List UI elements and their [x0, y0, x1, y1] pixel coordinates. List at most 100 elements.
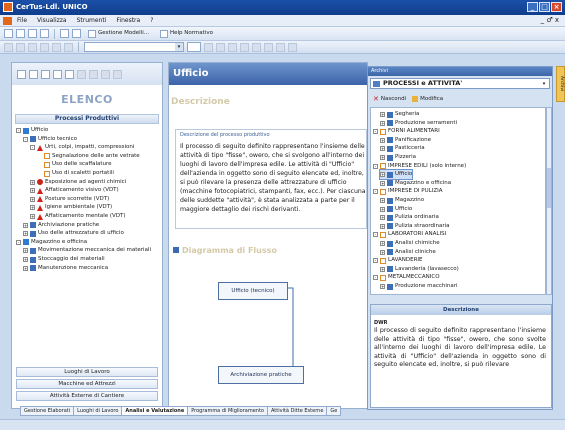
save-icon[interactable]	[28, 29, 37, 38]
tree-node[interactable]: + Produzione macchinari	[380, 282, 458, 291]
collapse-icon[interactable]: -	[373, 189, 378, 195]
copy-icon[interactable]	[16, 42, 25, 52]
nascondi-button[interactable]: ✕ Nascondi	[373, 95, 406, 103]
italic-icon[interactable]	[264, 42, 273, 52]
expand-icon[interactable]: +	[23, 265, 28, 271]
expand-icon[interactable]: +	[380, 180, 385, 186]
collapse-icon[interactable]: -	[373, 129, 378, 135]
archive-tree-scrollbar[interactable]	[546, 107, 552, 295]
activity-icon	[387, 111, 393, 118]
tab-luoghi-di-lavoro[interactable]: Luoghi di Lavoro	[73, 406, 123, 416]
tab-analisi-e-valutazione[interactable]: Analisi e Valutazione	[121, 406, 189, 416]
align-left-icon[interactable]	[204, 42, 213, 52]
expand-icon[interactable]: +	[23, 248, 28, 254]
modifica-button[interactable]: Modifica	[412, 95, 443, 102]
tab-ge[interactable]: Ge	[326, 406, 342, 416]
collapse-icon[interactable]: -	[373, 232, 378, 238]
expand-icon[interactable]	[101, 69, 110, 79]
expand-icon[interactable]: +	[23, 222, 28, 228]
attivita-esterne-button[interactable]: Attività Esterne di Cantiere	[16, 391, 158, 401]
maximize-button[interactable]: □	[539, 2, 550, 12]
edit-icon[interactable]	[65, 69, 74, 79]
flow-node-archiviazione[interactable]: Archiviazione pratiche	[218, 366, 304, 384]
new-icon[interactable]	[4, 29, 13, 38]
minimize-button[interactable]: _	[527, 2, 538, 12]
strike-icon[interactable]	[288, 42, 297, 52]
help-icon[interactable]	[60, 29, 69, 38]
expand-icon[interactable]: +	[380, 241, 385, 246]
expand-icon[interactable]: +	[30, 179, 35, 185]
delete-icon[interactable]	[41, 69, 50, 79]
tab-programma-di-miglioramento[interactable]: Programma di Miglioramento	[187, 406, 268, 416]
collapse-icon[interactable]: -	[373, 258, 378, 264]
paste-icon[interactable]	[28, 42, 37, 52]
tree-node[interactable]: + Manutenzione meccanica	[23, 264, 108, 273]
underline-icon[interactable]	[276, 42, 285, 52]
expand-icon[interactable]: +	[380, 284, 385, 289]
save-all-icon[interactable]	[40, 29, 49, 38]
menu-help[interactable]: ?	[145, 17, 158, 24]
flow-node-ufficio-tecnico[interactable]: Ufficio (tecnico)	[218, 282, 288, 300]
tab-gestione-elaborati[interactable]: Gestione Elaborati	[20, 406, 75, 416]
menu-finestra[interactable]: Finestra	[111, 17, 145, 24]
expand-icon[interactable]: +	[380, 146, 385, 152]
expand-icon[interactable]: +	[380, 172, 385, 178]
collapse-icon[interactable]: -	[16, 128, 21, 133]
archivi-side-tab[interactable]: Archivi	[556, 66, 565, 102]
archive-category-select[interactable]: PROCESSI e ATTIVITA' ▾	[370, 78, 550, 89]
help-normativo-button[interactable]: Help Normativo	[156, 29, 217, 39]
collapse-icon[interactable]: -	[16, 239, 21, 245]
description-box[interactable]: Descrizione del processo produttivo Il p…	[175, 129, 367, 229]
expand-icon[interactable]: +	[380, 137, 385, 143]
move-up-icon[interactable]	[77, 69, 86, 79]
expand-icon[interactable]: +	[30, 205, 35, 211]
expand-icon[interactable]: +	[30, 214, 35, 219]
expand-icon[interactable]: +	[380, 206, 385, 212]
expand-icon[interactable]: +	[380, 266, 385, 272]
move-down-icon[interactable]	[89, 69, 98, 79]
expand-icon[interactable]: +	[380, 223, 385, 229]
tab-attivit-ditte-esterne[interactable]: Attività Ditte Esterne	[266, 406, 328, 416]
help-book-icon	[160, 29, 168, 38]
expand-icon[interactable]: +	[23, 231, 28, 237]
gestione-modelli-button[interactable]: Gestione Modelli...	[84, 29, 153, 39]
expand-icon[interactable]: +	[380, 155, 385, 160]
menu-strumenti[interactable]: Strumenti	[72, 17, 112, 24]
check-icon[interactable]	[64, 42, 73, 52]
tree-icon[interactable]	[29, 69, 38, 79]
expand-icon[interactable]: +	[380, 198, 385, 203]
properties-icon[interactable]	[53, 69, 62, 79]
expand-icon[interactable]: +	[380, 249, 385, 255]
undo-icon[interactable]	[40, 42, 49, 52]
expand-icon[interactable]: +	[380, 112, 385, 117]
add-icon[interactable]	[17, 69, 26, 79]
cut-icon[interactable]	[4, 42, 13, 52]
mdi-window-controls[interactable]: _ ♂ x	[541, 16, 559, 24]
expand-icon[interactable]: +	[23, 257, 28, 262]
collapse-icon[interactable]: -	[373, 163, 378, 169]
collapse-icon[interactable]: -	[30, 145, 35, 151]
collapse-icon[interactable]: -	[373, 275, 378, 281]
macchine-attrezzi-button[interactable]: Macchine ed Attrezzi	[16, 379, 158, 389]
expand-icon[interactable]: +	[30, 188, 35, 194]
font-size-combo[interactable]	[187, 42, 201, 52]
info-icon[interactable]	[72, 29, 81, 38]
menu-visualizza[interactable]: Visualizza	[32, 17, 72, 24]
scrollbar-thumb[interactable]	[547, 168, 551, 208]
activity-icon	[30, 222, 36, 229]
expand-icon[interactable]: +	[380, 120, 385, 126]
close-button[interactable]: ×	[551, 2, 562, 12]
collapse-icon[interactable]	[113, 69, 122, 79]
menu-file[interactable]: File	[12, 17, 32, 24]
collapse-icon[interactable]: -	[23, 136, 28, 142]
expand-icon[interactable]: +	[380, 215, 385, 221]
align-right-icon[interactable]	[228, 42, 237, 52]
luoghi-lavoro-button[interactable]: Luoghi di Lavoro	[16, 367, 158, 377]
font-name-combo[interactable]: ▾	[84, 42, 184, 52]
align-center-icon[interactable]	[216, 42, 225, 52]
bold-icon[interactable]	[252, 42, 261, 52]
expand-icon[interactable]: +	[30, 196, 35, 202]
redo-icon[interactable]	[52, 42, 61, 52]
justify-icon[interactable]	[240, 42, 249, 52]
open-icon[interactable]	[16, 29, 25, 38]
